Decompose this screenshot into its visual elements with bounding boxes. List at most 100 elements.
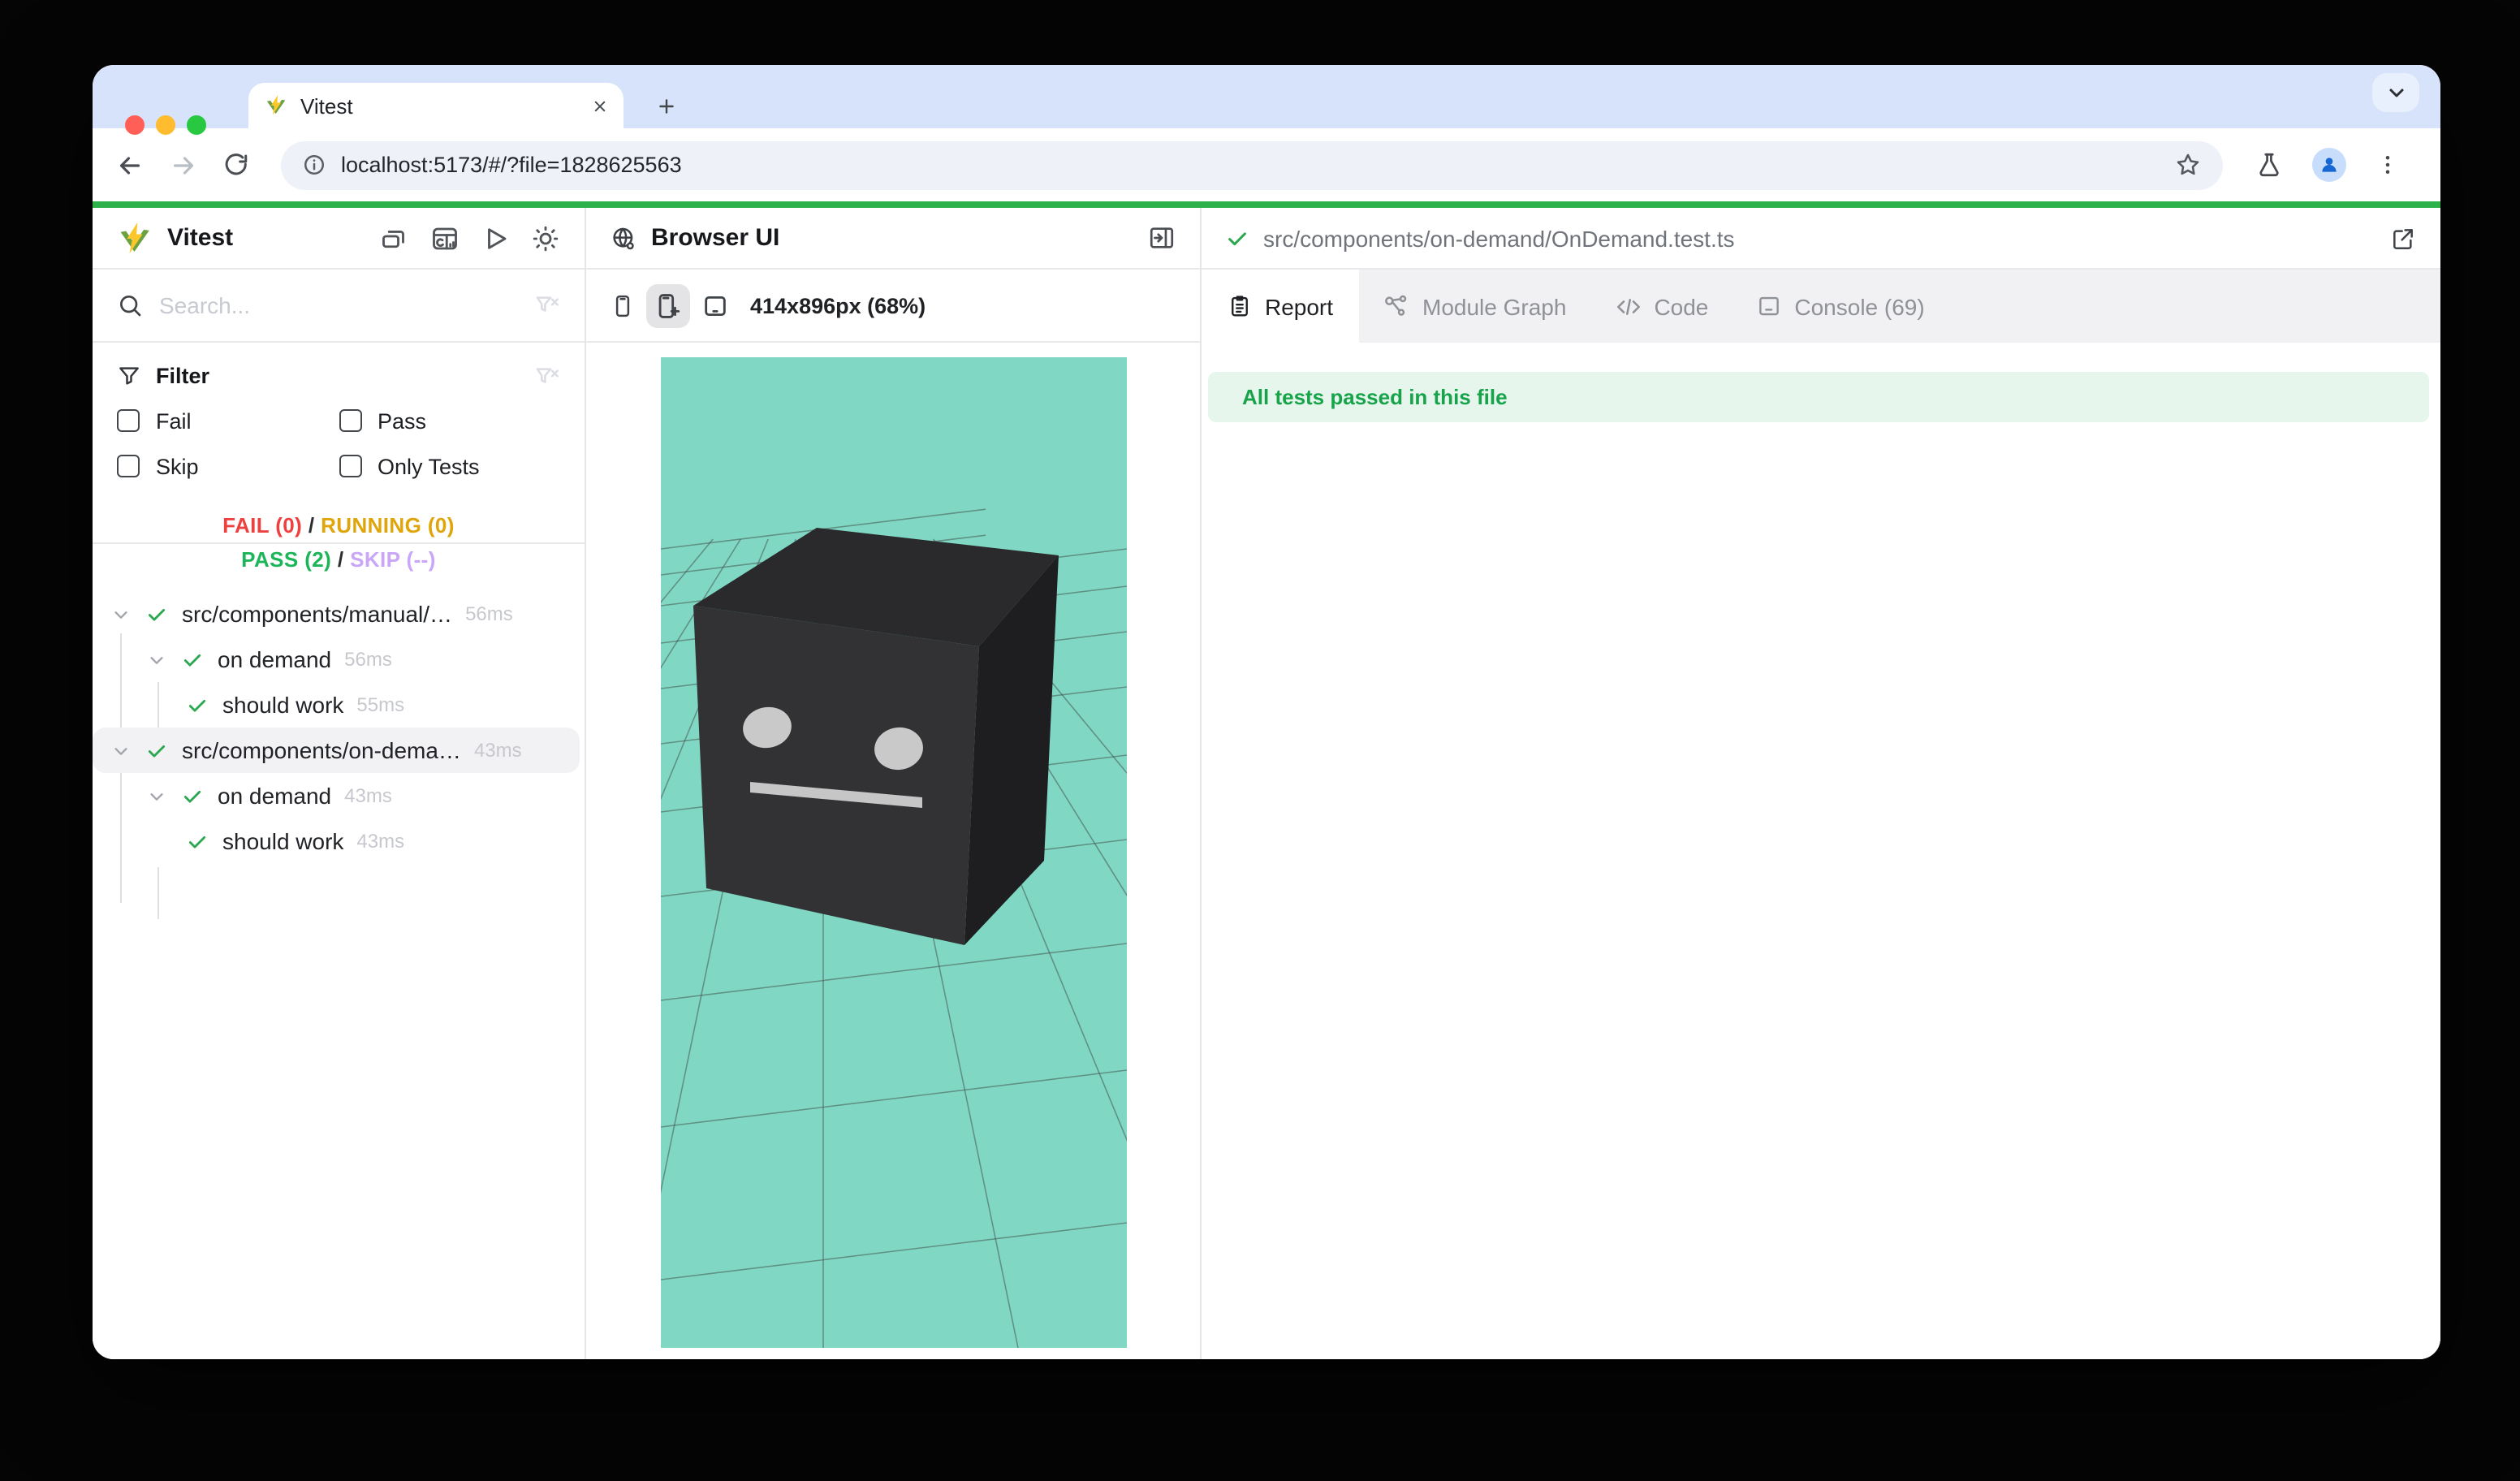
filter-option-only-tests[interactable]: Only Tests: [339, 454, 560, 478]
explorer-header: Vitest: [93, 208, 585, 270]
open-external-icon[interactable]: [2390, 225, 2416, 251]
device-viewport[interactable]: [660, 357, 1126, 1348]
app-title: Vitest: [167, 224, 233, 252]
device-phone-plus-selected[interactable]: [646, 283, 690, 327]
browser-tab[interactable]: Vitest: [248, 83, 624, 128]
vitest-app: Vitest: [93, 208, 2440, 1359]
filter-option-fail[interactable]: Fail: [117, 408, 339, 433]
tab-module-graph[interactable]: Module Graph: [1383, 293, 1566, 319]
tree-row-test[interactable]: should work 55ms: [93, 682, 585, 728]
search-input[interactable]: Search...: [159, 292, 250, 318]
url-text: localhost:5173/#/?file=1828625563: [341, 153, 682, 177]
pass-check-icon: [187, 831, 208, 852]
device-phone-small-icon[interactable]: [611, 290, 635, 321]
vitest-favicon: [265, 94, 287, 117]
profile-avatar[interactable]: [2312, 148, 2346, 182]
tab-search-button[interactable]: [2372, 73, 2419, 112]
file-path: src/components/on-demand/OnDemand.test.t…: [1263, 225, 1735, 251]
chevron-down-icon[interactable]: [112, 741, 130, 759]
pass-checkbox[interactable]: [339, 409, 361, 432]
device-tablet-icon[interactable]: [701, 291, 729, 319]
filter-title: Filter: [156, 364, 209, 388]
zoom-window-button[interactable]: [187, 115, 206, 135]
window-controls: [125, 115, 206, 135]
vitest-logo: [117, 220, 153, 256]
search-row: Search...: [93, 270, 585, 343]
bookmark-star-icon[interactable]: [2174, 151, 2202, 179]
tree-row-test[interactable]: should work 43ms: [93, 818, 585, 864]
tree-row-suite[interactable]: on demand 56ms: [93, 637, 585, 682]
tab-code[interactable]: Code: [1615, 293, 1708, 319]
filter-row-2: Skip Only Tests: [93, 443, 585, 489]
address-bar[interactable]: localhost:5173/#/?file=1828625563: [281, 140, 2223, 189]
screen: Vitest: [0, 0, 2520, 1481]
viewport-size-label[interactable]: 414x896px (68%): [750, 293, 926, 317]
details-body: All tests passed in this file: [1202, 343, 2440, 1359]
details-tabbar: Report Module Graph Code: [1202, 270, 2440, 343]
back-button[interactable]: [115, 150, 145, 179]
filter-row-1: Fail Pass: [93, 398, 585, 443]
new-tab-button[interactable]: [645, 84, 687, 127]
experiments-beaker-icon[interactable]: [2255, 151, 2283, 179]
tree-row-suite[interactable]: on demand 43ms: [93, 773, 585, 818]
tab-title: Vitest: [300, 93, 580, 118]
code-icon: [1615, 293, 1641, 319]
all-tests-passed-banner: All tests passed in this file: [1208, 372, 2429, 422]
summary-line-2: PASS (2) / SKIP (--): [93, 542, 585, 576]
chevron-down-icon[interactable]: [148, 650, 166, 668]
browser-toolbar: localhost:5173/#/?file=1828625563: [93, 128, 2440, 201]
site-info-icon[interactable]: [302, 153, 326, 177]
progress-bar: [93, 201, 2440, 208]
chevron-down-icon[interactable]: [112, 605, 130, 623]
filter-option-pass[interactable]: Pass: [339, 408, 560, 433]
theme-toggle-icon[interactable]: [531, 223, 560, 253]
pass-check-icon: [146, 740, 167, 761]
pass-check-icon: [182, 649, 203, 670]
fail-checkbox[interactable]: [117, 409, 140, 432]
details-panel: src/components/on-demand/OnDemand.test.t…: [1202, 208, 2440, 1359]
clear-search-filter-icon[interactable]: [534, 292, 560, 318]
collapse-all-icon[interactable]: [380, 223, 409, 253]
dashboard-icon[interactable]: [430, 223, 460, 253]
forward-button[interactable]: [169, 150, 198, 179]
console-icon: [1757, 294, 1781, 318]
run-all-icon[interactable]: [481, 223, 510, 253]
explorer-actions: [380, 223, 560, 253]
skip-checkbox[interactable]: [117, 455, 140, 477]
browser-preview-panel: Browser UI: [586, 208, 1202, 1359]
pass-check-icon: [182, 785, 203, 806]
tree-row-file[interactable]: src/components/manual/… 56ms: [93, 591, 585, 637]
dock-panel-icon[interactable]: [1148, 224, 1176, 252]
summary-line-1: FAIL (0) / RUNNING (0): [93, 508, 585, 542]
close-tab-icon[interactable]: [593, 98, 607, 113]
close-window-button[interactable]: [125, 115, 145, 135]
preview-header: Browser UI: [586, 208, 1200, 270]
tree-row-file-selected[interactable]: src/components/on-dema… 43ms: [93, 728, 580, 773]
globe-icon: [611, 225, 636, 251]
pass-count: PASS (2): [241, 547, 331, 572]
report-icon: [1228, 294, 1252, 318]
indent-guide: [158, 867, 159, 919]
filter-title-row: Filter: [93, 354, 585, 398]
clear-filter-icon[interactable]: [534, 363, 560, 389]
browser-window: Vitest: [93, 65, 2440, 1359]
skip-count: SKIP (--): [350, 547, 436, 572]
only-tests-checkbox[interactable]: [339, 455, 361, 477]
test-summary: FAIL (0) / RUNNING (0) PASS (2) / SKIP (…: [93, 508, 585, 576]
fail-count: FAIL (0): [222, 513, 302, 538]
chevron-down-icon[interactable]: [148, 787, 166, 805]
robot-cube: [693, 528, 1058, 945]
details-header: src/components/on-demand/OnDemand.test.t…: [1202, 208, 2440, 270]
browser-menu-icon[interactable]: [2375, 153, 2400, 177]
device-phone-plus-icon: [654, 290, 682, 321]
minimize-window-button[interactable]: [156, 115, 175, 135]
tab-console[interactable]: Console (69): [1757, 293, 1924, 319]
pass-check-icon: [146, 603, 167, 624]
reload-button[interactable]: [222, 151, 250, 179]
filter-option-skip[interactable]: Skip: [117, 454, 339, 478]
toolbar-actions: [2255, 148, 2400, 182]
tab-report[interactable]: Report: [1202, 270, 1359, 343]
test-tree: src/components/manual/… 56ms on demand 5…: [93, 591, 585, 864]
preview-body: [586, 343, 1200, 1359]
3d-scene: [660, 357, 1126, 1348]
